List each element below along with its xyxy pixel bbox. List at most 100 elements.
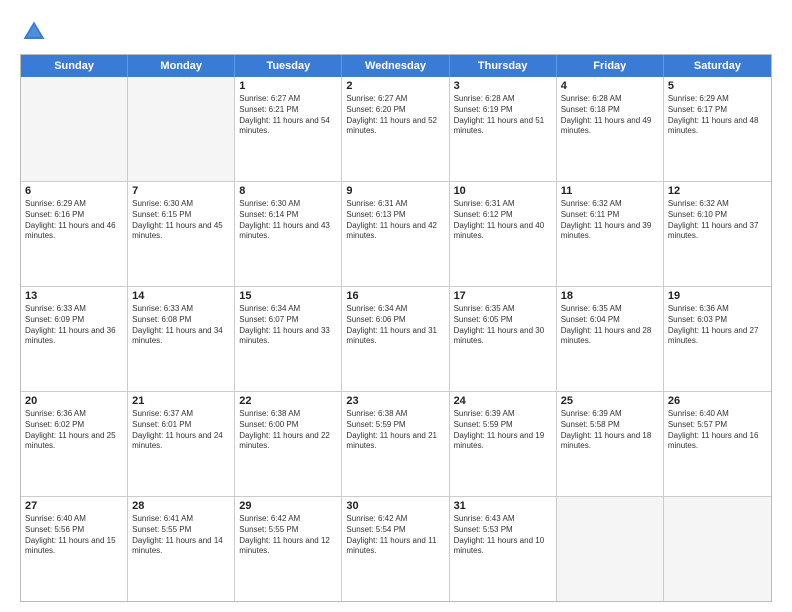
daylight-text: Daylight: 11 hours and 51 minutes. xyxy=(454,116,552,138)
sunrise-text: Sunrise: 6:32 AM xyxy=(561,199,659,210)
day-number: 12 xyxy=(668,185,767,197)
daylight-text: Daylight: 11 hours and 25 minutes. xyxy=(25,431,123,453)
sunset-text: Sunset: 6:10 PM xyxy=(668,210,767,221)
day-number: 15 xyxy=(239,290,337,302)
calendar-week-4: 27Sunrise: 6:40 AMSunset: 5:56 PMDayligh… xyxy=(21,497,771,601)
daylight-text: Daylight: 11 hours and 34 minutes. xyxy=(132,326,230,348)
daylight-text: Daylight: 11 hours and 22 minutes. xyxy=(239,431,337,453)
sunrise-text: Sunrise: 6:27 AM xyxy=(346,94,444,105)
daylight-text: Daylight: 11 hours and 43 minutes. xyxy=(239,221,337,243)
day-header-thursday: Thursday xyxy=(450,55,557,77)
sunset-text: Sunset: 6:11 PM xyxy=(561,210,659,221)
daylight-text: Daylight: 11 hours and 52 minutes. xyxy=(346,116,444,138)
daylight-text: Daylight: 11 hours and 39 minutes. xyxy=(561,221,659,243)
calendar-cell: 21Sunrise: 6:37 AMSunset: 6:01 PMDayligh… xyxy=(128,392,235,496)
page-header xyxy=(20,18,772,46)
sunset-text: Sunset: 5:53 PM xyxy=(454,525,552,536)
daylight-text: Daylight: 11 hours and 12 minutes. xyxy=(239,536,337,558)
sunset-text: Sunset: 6:12 PM xyxy=(454,210,552,221)
day-number: 4 xyxy=(561,80,659,92)
calendar-cell: 3Sunrise: 6:28 AMSunset: 6:19 PMDaylight… xyxy=(450,77,557,181)
sunrise-text: Sunrise: 6:28 AM xyxy=(454,94,552,105)
day-header-wednesday: Wednesday xyxy=(342,55,449,77)
day-number: 1 xyxy=(239,80,337,92)
sunset-text: Sunset: 6:05 PM xyxy=(454,315,552,326)
daylight-text: Daylight: 11 hours and 31 minutes. xyxy=(346,326,444,348)
day-header-saturday: Saturday xyxy=(664,55,771,77)
day-number: 6 xyxy=(25,185,123,197)
calendar-cell: 5Sunrise: 6:29 AMSunset: 6:17 PMDaylight… xyxy=(664,77,771,181)
sunrise-text: Sunrise: 6:28 AM xyxy=(561,94,659,105)
sunset-text: Sunset: 5:59 PM xyxy=(454,420,552,431)
day-number: 21 xyxy=(132,395,230,407)
day-number: 17 xyxy=(454,290,552,302)
calendar-cell xyxy=(557,497,664,601)
sunset-text: Sunset: 6:14 PM xyxy=(239,210,337,221)
calendar-cell: 26Sunrise: 6:40 AMSunset: 5:57 PMDayligh… xyxy=(664,392,771,496)
sunrise-text: Sunrise: 6:40 AM xyxy=(25,514,123,525)
daylight-text: Daylight: 11 hours and 10 minutes. xyxy=(454,536,552,558)
day-number: 22 xyxy=(239,395,337,407)
sunrise-text: Sunrise: 6:33 AM xyxy=(132,304,230,315)
sunset-text: Sunset: 5:54 PM xyxy=(346,525,444,536)
calendar-cell: 18Sunrise: 6:35 AMSunset: 6:04 PMDayligh… xyxy=(557,287,664,391)
sunset-text: Sunset: 6:00 PM xyxy=(239,420,337,431)
calendar-cell xyxy=(128,77,235,181)
day-header-tuesday: Tuesday xyxy=(235,55,342,77)
calendar-cell: 9Sunrise: 6:31 AMSunset: 6:13 PMDaylight… xyxy=(342,182,449,286)
calendar-cell: 30Sunrise: 6:42 AMSunset: 5:54 PMDayligh… xyxy=(342,497,449,601)
daylight-text: Daylight: 11 hours and 21 minutes. xyxy=(346,431,444,453)
daylight-text: Daylight: 11 hours and 40 minutes. xyxy=(454,221,552,243)
sunset-text: Sunset: 6:21 PM xyxy=(239,105,337,116)
sunset-text: Sunset: 5:59 PM xyxy=(346,420,444,431)
calendar-cell: 2Sunrise: 6:27 AMSunset: 6:20 PMDaylight… xyxy=(342,77,449,181)
logo xyxy=(20,18,52,46)
calendar-week-0: 1Sunrise: 6:27 AMSunset: 6:21 PMDaylight… xyxy=(21,77,771,182)
sunrise-text: Sunrise: 6:31 AM xyxy=(346,199,444,210)
daylight-text: Daylight: 11 hours and 28 minutes. xyxy=(561,326,659,348)
daylight-text: Daylight: 11 hours and 54 minutes. xyxy=(239,116,337,138)
daylight-text: Daylight: 11 hours and 42 minutes. xyxy=(346,221,444,243)
day-number: 14 xyxy=(132,290,230,302)
daylight-text: Daylight: 11 hours and 15 minutes. xyxy=(25,536,123,558)
sunrise-text: Sunrise: 6:30 AM xyxy=(132,199,230,210)
daylight-text: Daylight: 11 hours and 18 minutes. xyxy=(561,431,659,453)
sunrise-text: Sunrise: 6:36 AM xyxy=(668,304,767,315)
sunrise-text: Sunrise: 6:34 AM xyxy=(239,304,337,315)
daylight-text: Daylight: 11 hours and 37 minutes. xyxy=(668,221,767,243)
calendar-cell: 4Sunrise: 6:28 AMSunset: 6:18 PMDaylight… xyxy=(557,77,664,181)
calendar-cell: 24Sunrise: 6:39 AMSunset: 5:59 PMDayligh… xyxy=(450,392,557,496)
sunrise-text: Sunrise: 6:32 AM xyxy=(668,199,767,210)
sunset-text: Sunset: 5:55 PM xyxy=(132,525,230,536)
sunset-text: Sunset: 6:17 PM xyxy=(668,105,767,116)
calendar-cell: 31Sunrise: 6:43 AMSunset: 5:53 PMDayligh… xyxy=(450,497,557,601)
calendar-cell: 10Sunrise: 6:31 AMSunset: 6:12 PMDayligh… xyxy=(450,182,557,286)
calendar-body: 1Sunrise: 6:27 AMSunset: 6:21 PMDaylight… xyxy=(21,77,771,601)
sunset-text: Sunset: 6:09 PM xyxy=(25,315,123,326)
calendar-cell xyxy=(664,497,771,601)
sunrise-text: Sunrise: 6:34 AM xyxy=(346,304,444,315)
sunrise-text: Sunrise: 6:42 AM xyxy=(346,514,444,525)
calendar-cell: 22Sunrise: 6:38 AMSunset: 6:00 PMDayligh… xyxy=(235,392,342,496)
day-number: 24 xyxy=(454,395,552,407)
sunrise-text: Sunrise: 6:37 AM xyxy=(132,409,230,420)
day-number: 31 xyxy=(454,500,552,512)
sunrise-text: Sunrise: 6:29 AM xyxy=(25,199,123,210)
sunset-text: Sunset: 5:55 PM xyxy=(239,525,337,536)
calendar-header: SundayMondayTuesdayWednesdayThursdayFrid… xyxy=(21,55,771,77)
sunset-text: Sunset: 6:07 PM xyxy=(239,315,337,326)
sunrise-text: Sunrise: 6:29 AM xyxy=(668,94,767,105)
day-number: 13 xyxy=(25,290,123,302)
sunset-text: Sunset: 6:01 PM xyxy=(132,420,230,431)
sunset-text: Sunset: 6:04 PM xyxy=(561,315,659,326)
calendar-cell: 23Sunrise: 6:38 AMSunset: 5:59 PMDayligh… xyxy=(342,392,449,496)
sunset-text: Sunset: 6:19 PM xyxy=(454,105,552,116)
sunset-text: Sunset: 6:02 PM xyxy=(25,420,123,431)
sunset-text: Sunset: 6:16 PM xyxy=(25,210,123,221)
day-header-sunday: Sunday xyxy=(21,55,128,77)
day-number: 29 xyxy=(239,500,337,512)
sunset-text: Sunset: 5:57 PM xyxy=(668,420,767,431)
calendar-cell: 1Sunrise: 6:27 AMSunset: 6:21 PMDaylight… xyxy=(235,77,342,181)
day-number: 8 xyxy=(239,185,337,197)
sunset-text: Sunset: 6:03 PM xyxy=(668,315,767,326)
